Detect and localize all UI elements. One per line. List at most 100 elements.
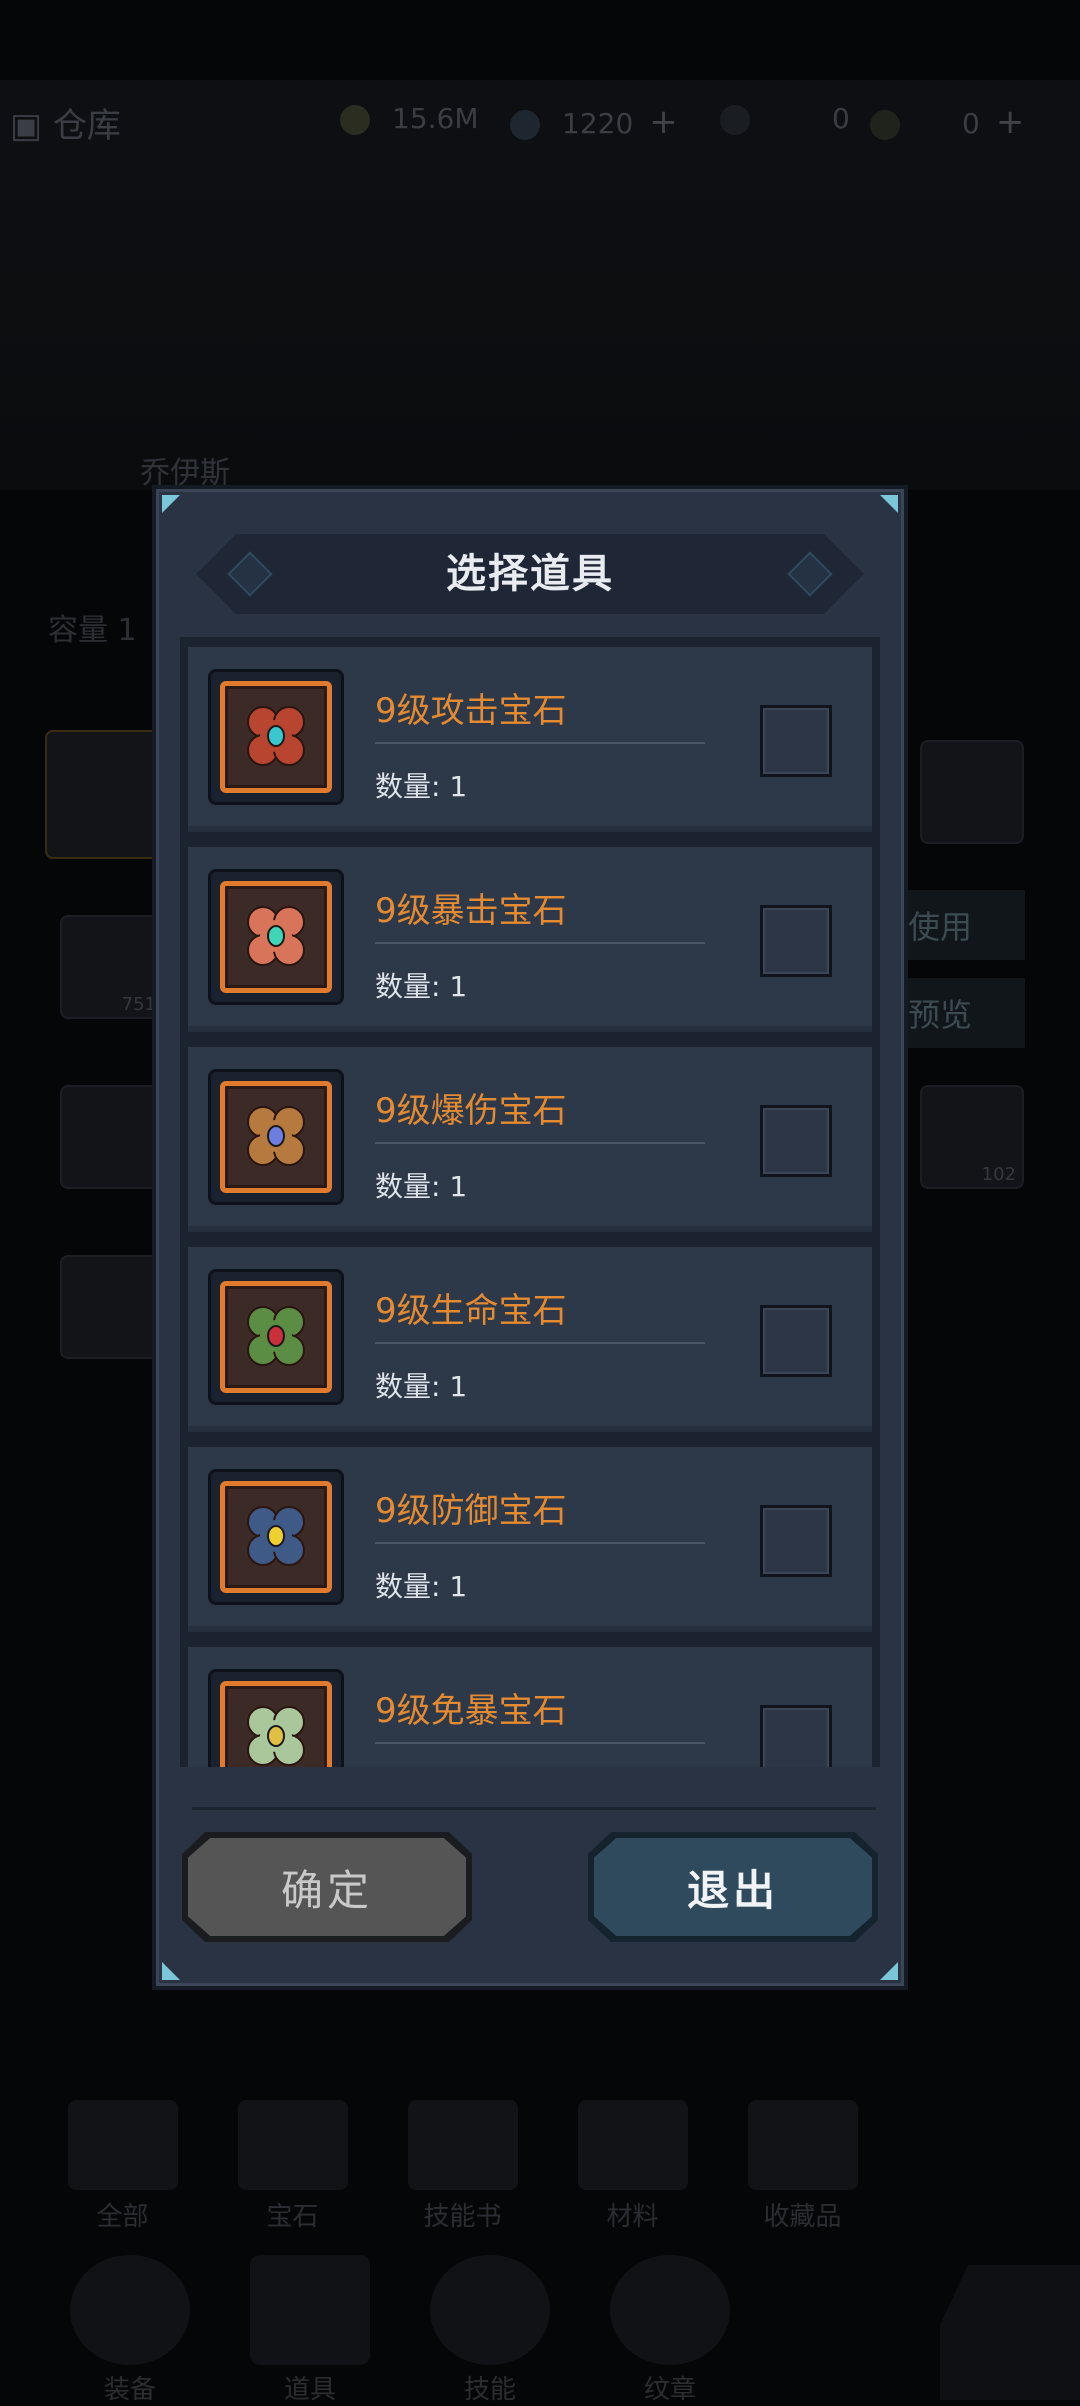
item-icon-inner [220, 681, 332, 793]
inventory-slot[interactable]: 102 [920, 1085, 1024, 1189]
helmet-icon [67, 2100, 178, 2190]
confirm-button-label: 确定 [188, 1838, 466, 1936]
item-name: 9级暴击宝石 [375, 891, 567, 931]
inventory-slot[interactable] [920, 740, 1024, 844]
item-icon-frame [208, 669, 344, 805]
gem-icon [510, 110, 540, 140]
diamond-icon [237, 2100, 348, 2190]
gem-resource: 1220 + [510, 102, 678, 142]
ticket-icon [870, 110, 900, 140]
tab-all[interactable]: 全部 [55, 2100, 190, 2233]
gem-core [267, 1125, 285, 1147]
item-quantity: 数量: 1 [375, 1570, 468, 1603]
use-button[interactable]: 使用 [890, 890, 1025, 960]
divider [192, 1807, 876, 1810]
warehouse-icon: ▣ [10, 106, 53, 146]
item-select-checkbox[interactable] [760, 1305, 832, 1377]
nav-emblems[interactable]: 纹章 [600, 2255, 740, 2406]
corner-ornament [880, 495, 898, 513]
nav-items[interactable]: 道具 [240, 2255, 380, 2406]
back-arrow-icon[interactable] [940, 2265, 1080, 2400]
inventory-slot[interactable]: 751 [60, 915, 164, 1019]
gem-icon [247, 1706, 305, 1766]
dialog-header: 选择道具 [196, 534, 864, 614]
gold-coin-icon [340, 105, 370, 135]
item-quantity: 数量: 1 [375, 1170, 468, 1203]
item-quantity: 数量: 1 [375, 970, 468, 1003]
category-tabs: 全部 宝石 技能书 材料 收藏品 [55, 2100, 870, 2233]
gem-core [267, 1725, 285, 1747]
star-icon [747, 2100, 858, 2190]
list-item[interactable]: 9级生命宝石 数量: 1 [188, 1247, 872, 1432]
item-select-checkbox[interactable] [760, 1705, 832, 1767]
staff-icon [430, 2255, 550, 2365]
item-quantity: 数量: 1 [375, 1765, 467, 1767]
item-select-checkbox[interactable] [760, 705, 832, 777]
item-divider [375, 1742, 705, 1744]
item-select-checkbox[interactable] [760, 1505, 832, 1577]
select-item-dialog: 选择道具 9级攻击宝石 数量: 1 9级暴击宝石 数量: 1 9级爆伤宝石 数量… [152, 485, 908, 1990]
list-item[interactable]: 9级暴击宝石 数量: 1 [188, 847, 872, 1032]
item-select-checkbox[interactable] [760, 905, 832, 977]
item-quantity: 数量: 1 [375, 770, 468, 803]
item-list[interactable]: 9级攻击宝石 数量: 1 9级暴击宝石 数量: 1 9级爆伤宝石 数量: 1 9… [180, 637, 880, 1767]
gem-icon [247, 706, 305, 766]
item-divider [375, 1342, 705, 1344]
list-item[interactable]: 9级攻击宝石 数量: 1 [188, 647, 872, 832]
item-quantity: 数量: 1 [375, 1370, 468, 1403]
item-icon-inner [220, 881, 332, 993]
dialog-title: 选择道具 [446, 551, 614, 597]
inventory-slot[interactable] [60, 1085, 164, 1189]
item-icon-frame [208, 1669, 344, 1767]
confirm-button[interactable]: 确定 [182, 1832, 472, 1942]
exit-button-label: 退出 [594, 1838, 872, 1936]
corner-ornament [880, 1962, 898, 1980]
tab-skill-books[interactable]: 技能书 [395, 2100, 530, 2233]
item-icon-frame [208, 869, 344, 1005]
gem-core [267, 1525, 285, 1547]
top-bar: ▣ 仓库 15.6M 1220 + 0 0 + [0, 80, 1080, 160]
nav-skills[interactable]: 技能 [420, 2255, 560, 2406]
capacity-label: 容量 1 [48, 613, 137, 648]
item-icon-inner [220, 1681, 332, 1767]
gem-icon [247, 1106, 305, 1166]
add-gem-icon[interactable]: + [649, 102, 678, 142]
gem-core [267, 925, 285, 947]
item-icon-inner [220, 1081, 332, 1193]
item-name: 9级攻击宝石 [375, 691, 567, 731]
inventory-slot[interactable] [60, 1255, 164, 1359]
list-item[interactable]: 9级爆伤宝石 数量: 1 [188, 1047, 872, 1232]
item-icon-frame [208, 1269, 344, 1405]
gem-icon [247, 1506, 305, 1566]
item-select-checkbox[interactable] [760, 1105, 832, 1177]
tab-gems[interactable]: 宝石 [225, 2100, 360, 2233]
tab-collectibles[interactable]: 收藏品 [735, 2100, 870, 2233]
add-ticket-icon[interactable]: + [996, 102, 1025, 142]
item-divider [375, 1542, 705, 1544]
ticket-resource: 0 + [870, 102, 1024, 142]
gem-icon [247, 906, 305, 966]
energy-resource: 0 [720, 102, 850, 135]
item-icon-frame [208, 1069, 344, 1205]
tab-materials[interactable]: 材料 [565, 2100, 700, 2233]
item-name: 9级爆伤宝石 [375, 1091, 567, 1131]
gem-core [267, 725, 285, 747]
item-icon-frame [208, 1469, 344, 1605]
nav-equipment[interactable]: 装备 [60, 2255, 200, 2406]
list-item[interactable]: 9级防御宝石 数量: 1 [188, 1447, 872, 1632]
exit-button[interactable]: 退出 [588, 1832, 878, 1942]
gem-core [267, 1325, 285, 1347]
sword-icon [70, 2255, 190, 2365]
item-name: 9级生命宝石 [375, 1291, 567, 1331]
preview-button[interactable]: 预览 [890, 978, 1025, 1048]
book-icon [407, 2100, 518, 2190]
hero-portrait-area [0, 160, 1080, 490]
item-icon-inner [220, 1481, 332, 1593]
material-icon [577, 2100, 688, 2190]
gold-resource: 15.6M [340, 102, 479, 135]
list-item[interactable]: 9级免暴宝石 数量: 1 [188, 1647, 872, 1767]
warehouse-title: ▣ 仓库 [10, 106, 121, 146]
gem-icon [247, 1306, 305, 1366]
energy-icon [720, 105, 750, 135]
item-name: 9级免暴宝石 [375, 1691, 567, 1731]
